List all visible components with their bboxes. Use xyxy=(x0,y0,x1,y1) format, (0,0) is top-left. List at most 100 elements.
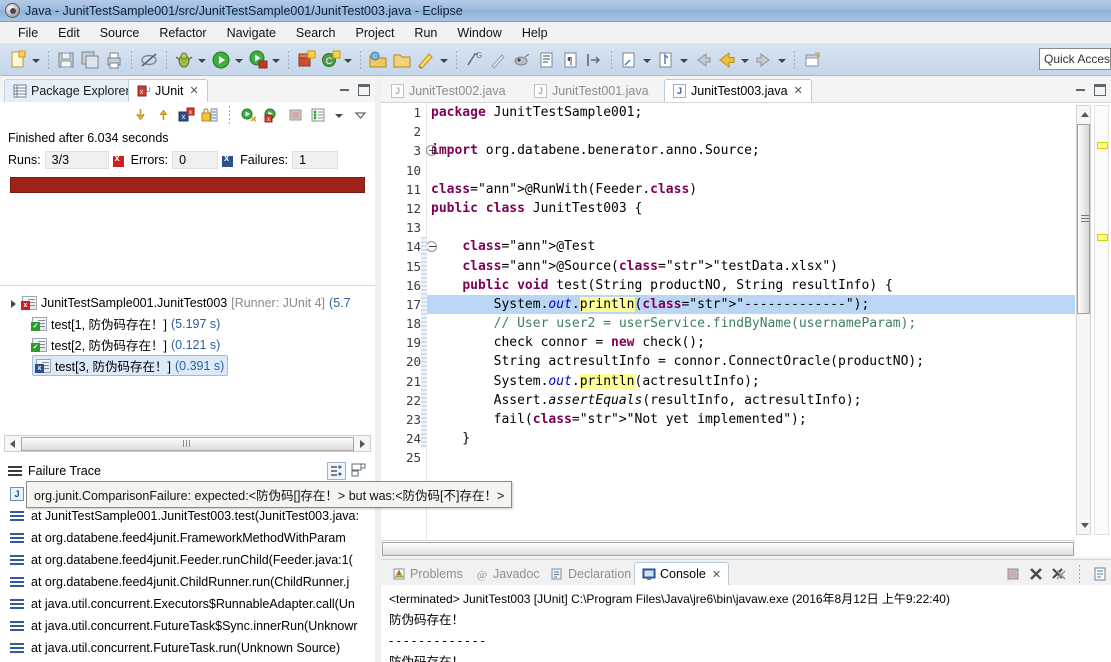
scroll-right-icon[interactable] xyxy=(355,436,370,451)
code-line[interactable]: package JunitTestSample001; xyxy=(427,103,1075,122)
minimize-editor-icon[interactable] xyxy=(1073,81,1089,95)
tab-problems[interactable]: Problems xyxy=(385,562,470,586)
remove-launch-icon[interactable] xyxy=(1028,566,1044,582)
scroll-lock-icon[interactable] xyxy=(201,107,218,123)
external-tools-dropdown-icon[interactable] xyxy=(270,50,281,70)
annotation-marker[interactable] xyxy=(1097,142,1108,149)
close-icon[interactable]: ✕ xyxy=(794,84,803,97)
menu-item-project[interactable]: Project xyxy=(346,24,405,42)
tab-junittest001[interactable]: J JunitTest001.java xyxy=(526,79,657,102)
scroll-thumb[interactable] xyxy=(382,542,1074,556)
test-tree-row[interactable]: x test[3, 防伪码存在！] (0.391 s) xyxy=(0,355,375,376)
forward-back-orange-icon[interactable] xyxy=(716,49,738,71)
code-line[interactable] xyxy=(427,122,1075,141)
code-line[interactable] xyxy=(427,448,1075,467)
quick-access-input[interactable]: Quick Acces xyxy=(1039,48,1111,70)
quick-fix-icon[interactable] xyxy=(415,49,437,71)
code-line[interactable]: public void test(String productNO, Strin… xyxy=(427,276,1075,295)
tab-declaration[interactable]: Declaration xyxy=(543,562,638,586)
compare-result-icon[interactable] xyxy=(327,462,346,480)
menu-item-help[interactable]: Help xyxy=(512,24,558,42)
stop-test-icon[interactable] xyxy=(287,107,304,123)
scroll-down-icon[interactable] xyxy=(1077,518,1090,534)
code-line[interactable]: import org.databene.benerator.anno.Sourc… xyxy=(427,141,1075,160)
terminate-icon[interactable] xyxy=(1005,566,1021,582)
menu-item-run[interactable]: Run xyxy=(404,24,447,42)
tab-junittest002[interactable]: J JunitTest002.java xyxy=(383,79,514,102)
annotation-marker[interactable] xyxy=(1097,234,1108,241)
new-file-dropdown-icon[interactable] xyxy=(30,50,41,70)
console-output[interactable]: <terminated> JunitTest003 [JUnit] C:\Pro… xyxy=(381,585,1111,662)
test-tree-row[interactable]: ✓ test[2, 防伪码存在！] (0.121 s) xyxy=(0,334,375,355)
maximize-editor-icon[interactable] xyxy=(1091,81,1107,96)
open-resource-icon[interactable] xyxy=(391,49,413,71)
menu-item-file[interactable]: File xyxy=(8,24,48,42)
pencil-icon[interactable] xyxy=(487,49,509,71)
menu-item-navigate[interactable]: Navigate xyxy=(217,24,286,42)
save-all-icon[interactable] xyxy=(79,49,101,71)
new-class-dropdown-icon[interactable] xyxy=(342,50,353,70)
save-icon[interactable] xyxy=(55,49,77,71)
tab-console[interactable]: Console ✕ xyxy=(634,562,730,586)
test-tree-row[interactable]: x JunitTestSample001.JunitTest003 [Runner:… xyxy=(0,292,375,313)
search-type-icon[interactable]: G xyxy=(463,49,485,71)
stack-trace-line[interactable]: at java.util.concurrent.FutureTask$Sync.… xyxy=(0,615,375,637)
forward-dropdown-icon[interactable] xyxy=(776,50,787,70)
back-icon[interactable] xyxy=(692,49,714,71)
failure-trace-menu-icon[interactable] xyxy=(350,462,369,480)
code-line[interactable]: Assert.assertEquals(resultInfo, actresul… xyxy=(427,391,1075,410)
failure-trace-list[interactable]: Jorg.junit.ComparisonFailure: expected:<… xyxy=(0,483,375,662)
previous-failure-icon[interactable] xyxy=(155,107,172,123)
forward-icon[interactable] xyxy=(753,49,775,71)
run-icon[interactable] xyxy=(210,49,232,71)
stack-trace-line[interactable]: at JunitTestSample001.JunitTest003.test(… xyxy=(0,505,375,527)
previous-edit-dropdown-icon[interactable] xyxy=(641,50,652,70)
editor-scroll-thumb[interactable] xyxy=(1077,124,1090,314)
scroll-up-icon[interactable] xyxy=(1077,106,1090,122)
scroll-left-icon[interactable] xyxy=(5,436,20,451)
menu-item-refactor[interactable]: Refactor xyxy=(149,24,216,42)
editor-vertical-scrollbar[interactable] xyxy=(1076,105,1091,535)
code-line[interactable]: System.out.println(actresultInfo); xyxy=(427,372,1075,391)
stack-trace-line[interactable]: at org.databene.feed4junit.Feeder.runChi… xyxy=(0,549,375,571)
open-type-icon[interactable] xyxy=(367,49,389,71)
test-tree-horizontal-scrollbar[interactable] xyxy=(4,435,371,452)
code-line[interactable]: System.out.println(class="str">"--------… xyxy=(427,294,1075,315)
code-line[interactable]: // User user2 = userService.findByName(u… xyxy=(427,314,1075,333)
print-icon[interactable] xyxy=(103,49,125,71)
quick-fix-dropdown-icon[interactable] xyxy=(438,50,449,70)
code-line[interactable]: } xyxy=(427,429,1075,448)
code-line[interactable]: fail(class="str">"Not yet implemented"); xyxy=(427,410,1075,429)
back-dropdown-icon[interactable] xyxy=(739,50,750,70)
code-line[interactable]: check connor = new check(); xyxy=(427,333,1075,352)
code-line[interactable]: class="ann">@Test xyxy=(427,237,1075,256)
next-annotation-icon[interactable] xyxy=(583,49,605,71)
next-failure-icon[interactable] xyxy=(132,107,149,123)
editor-annotation-ruler[interactable] xyxy=(1094,105,1109,535)
code-line[interactable]: public class JunitTest003 { xyxy=(427,199,1075,218)
previous-edit-icon[interactable] xyxy=(618,49,640,71)
run-dropdown-icon[interactable] xyxy=(233,50,244,70)
tab-junit[interactable]: xU JUnit ✕ xyxy=(128,79,208,102)
last-edit-dropdown-icon[interactable] xyxy=(678,50,689,70)
scroll-thumb[interactable] xyxy=(21,436,354,451)
expand-arrow-icon[interactable] xyxy=(8,296,22,310)
paragraph-icon[interactable]: ¶ xyxy=(559,49,581,71)
maximize-view-icon[interactable] xyxy=(355,81,371,96)
new-window-icon[interactable] xyxy=(801,49,823,71)
toggle-markers-icon[interactable] xyxy=(138,49,160,71)
code-line[interactable] xyxy=(427,218,1075,237)
menu-item-edit[interactable]: Edit xyxy=(48,24,90,42)
open-console-icon[interactable] xyxy=(1092,566,1108,582)
open-task-icon[interactable] xyxy=(535,49,557,71)
debug-dropdown-icon[interactable] xyxy=(196,50,207,70)
tab-javadoc[interactable]: @ Javadoc xyxy=(468,562,547,586)
stack-trace-line[interactable]: at org.databene.feed4junit.ChildRunner.r… xyxy=(0,571,375,593)
code-line[interactable]: class="ann">@RunWith(Feeder.class) xyxy=(427,180,1075,199)
tab-package-explorer[interactable]: Package Explorer xyxy=(4,79,139,102)
stack-trace-line[interactable]: at java.util.concurrent.FutureTask.run(U… xyxy=(0,637,375,659)
stack-trace-line[interactable]: at org.databene.feed4junit.FrameworkMeth… xyxy=(0,527,375,549)
menu-item-source[interactable]: Source xyxy=(90,24,150,42)
rerun-test-icon[interactable] xyxy=(241,107,258,123)
run-external-tools-icon[interactable] xyxy=(247,49,269,71)
